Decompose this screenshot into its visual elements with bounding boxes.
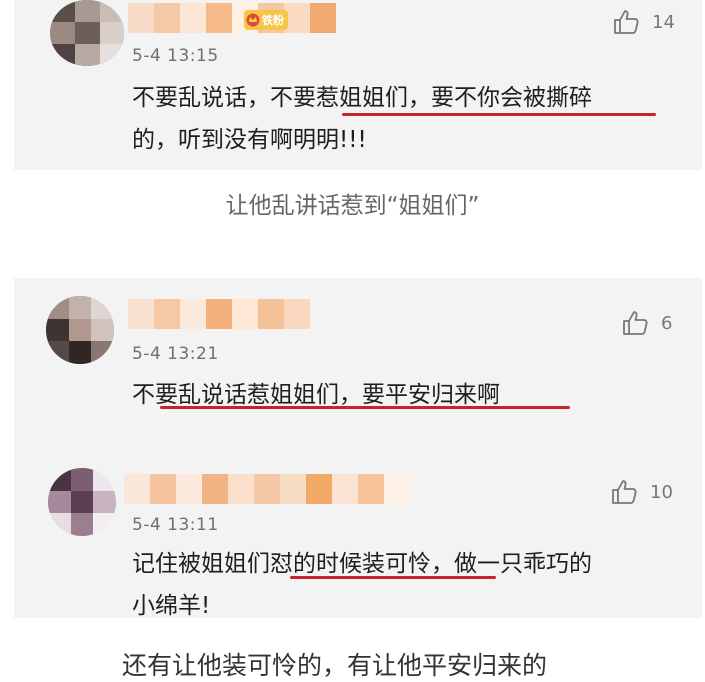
comment-time: 5-4 13:15: [132, 46, 219, 66]
like-count: 14: [652, 11, 675, 33]
user-avatar-2[interactable]: [46, 296, 114, 364]
comment-text-line-1: 不要乱说话惹姐姐们，要平安归来啊: [132, 382, 500, 408]
fan-badge: 铁粉: [244, 10, 288, 30]
user-avatar-1[interactable]: [50, 0, 124, 66]
like-count: 6: [661, 312, 673, 334]
thumbs-up-icon: [614, 10, 639, 34]
user-avatar-3[interactable]: [48, 468, 116, 536]
bottom-caption: 还有让他装可怜的，有让他平安归来的: [122, 651, 548, 680]
like-count: 10: [650, 481, 673, 503]
thumbs-up-icon: [612, 480, 637, 504]
like-button[interactable]: 10: [610, 478, 673, 506]
image-caption: 让他乱讲话惹到“姐姐们”: [225, 193, 480, 219]
thumbs-up-icon: [623, 311, 648, 335]
username-blurred-1[interactable]: [128, 3, 336, 33]
username-blurred-3[interactable]: [124, 474, 410, 504]
highlight-underline: [290, 576, 496, 579]
crown-icon: [246, 13, 260, 27]
like-button[interactable]: 6: [621, 309, 672, 337]
like-button[interactable]: 14: [612, 8, 675, 36]
highlight-underline: [160, 406, 570, 409]
comment-time: 5-4 13:11: [132, 515, 219, 535]
username-blurred-2[interactable]: [128, 299, 310, 329]
comment-text-line-2: 的，听到没有啊明明!!!: [132, 127, 367, 153]
comment-text-line-2: 小绵羊!: [132, 593, 211, 619]
highlight-underline: [342, 113, 656, 116]
badge-label: 铁粉: [262, 14, 284, 27]
comment-time: 5-4 13:21: [132, 344, 219, 364]
